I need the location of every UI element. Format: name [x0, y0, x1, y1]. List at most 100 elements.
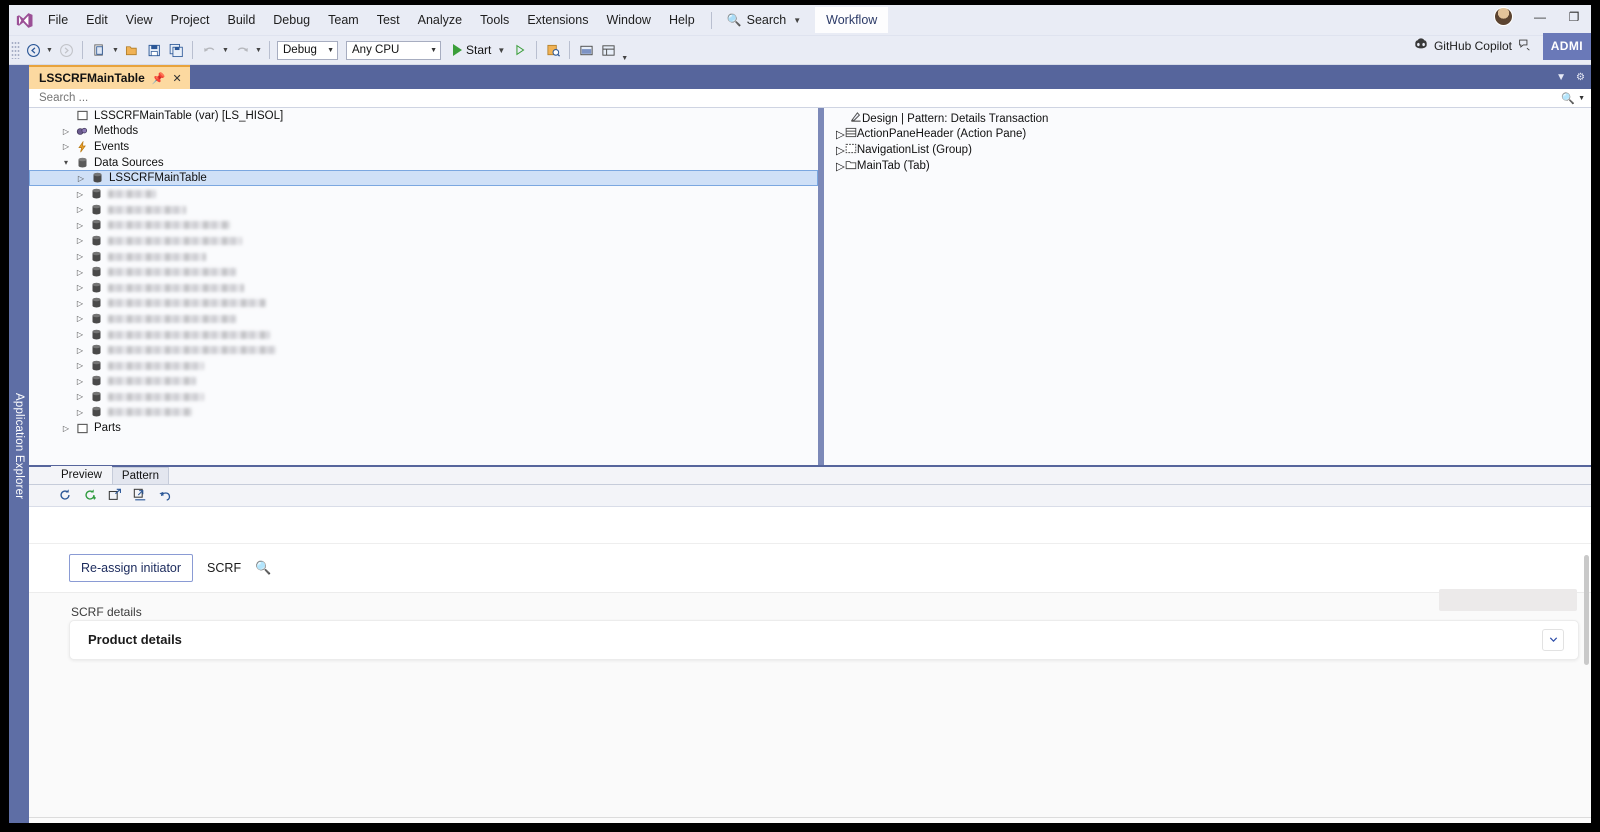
chevron-right-icon[interactable]: ▷ — [73, 408, 87, 417]
menu-edit[interactable]: Edit — [77, 8, 117, 33]
undo-icon[interactable] — [198, 39, 220, 61]
product-details-expand-button[interactable] — [1542, 628, 1564, 651]
configuration-combo[interactable]: Debug ▼ — [277, 40, 338, 60]
play-outline-icon[interactable] — [509, 39, 531, 61]
menu-view[interactable]: View — [117, 8, 162, 33]
window-layout-icon[interactable] — [575, 39, 597, 61]
tree-node-redacted[interactable]: ▷ — [29, 374, 818, 390]
chevron-down-icon[interactable]: ▼ — [1578, 95, 1589, 102]
tree-node-redacted[interactable]: ▷ — [29, 218, 818, 234]
chevron-right-icon[interactable]: ▷ — [836, 143, 845, 157]
tree-node-redacted[interactable]: ▷ — [29, 249, 818, 265]
tree-node-redacted[interactable]: ▷ — [29, 280, 818, 296]
menu-team[interactable]: Team — [319, 8, 368, 33]
chevron-right-icon[interactable]: ▷ — [59, 424, 73, 433]
save-all-icon[interactable] — [165, 39, 187, 61]
navigate-forward-icon[interactable] — [55, 39, 77, 61]
restore-button[interactable]: ❐ — [1557, 5, 1591, 29]
menu-extensions[interactable]: Extensions — [518, 8, 597, 33]
platform-combo[interactable]: Any CPU ▼ — [346, 40, 441, 60]
refresh-add-icon[interactable] — [82, 487, 98, 503]
chevron-right-icon[interactable]: ▷ — [73, 346, 87, 355]
chevron-right-icon[interactable]: ▷ — [73, 236, 87, 245]
chevron-right-icon[interactable]: ▷ — [73, 314, 87, 323]
menu-project[interactable]: Project — [162, 8, 219, 33]
tree-node-methods[interactable]: ▷ Methods — [29, 124, 818, 140]
sidebar-item-application-explorer[interactable]: Application Explorer — [9, 65, 29, 823]
tree-node-redacted[interactable]: ▷ — [29, 186, 818, 202]
global-search[interactable]: 🔍 Search ▼ — [719, 9, 809, 31]
design-node-actionpaneheader[interactable]: ▷ ActionPaneHeader (Action Pane) — [824, 127, 1591, 143]
redo-dropdown[interactable]: ▼ — [253, 47, 264, 54]
magnifier-icon[interactable]: 🔍 — [1558, 92, 1578, 105]
tree-node-redacted[interactable]: ▷ — [29, 264, 818, 280]
tree-node-redacted[interactable]: ▷ — [29, 233, 818, 249]
menu-analyze[interactable]: Analyze — [409, 8, 471, 33]
tree-node-redacted[interactable]: ▷ — [29, 342, 818, 358]
close-icon[interactable]: ✕ — [173, 72, 182, 85]
preview-scrollbar[interactable] — [1584, 554, 1589, 665]
new-project-icon[interactable] — [88, 39, 110, 61]
menu-file[interactable]: File — [39, 8, 77, 33]
chevron-right-icon[interactable]: ▷ — [836, 127, 845, 141]
menu-tools[interactable]: Tools — [471, 8, 518, 33]
navigate-back-dropdown[interactable]: ▼ — [44, 47, 55, 54]
toolbar-grip[interactable] — [11, 41, 20, 59]
tree-root[interactable]: LSSCRFMainTable (var) [LS_HISOL] — [29, 108, 818, 124]
design-node-navigationlist[interactable]: ▷ NavigationList (Group) — [824, 142, 1591, 158]
chevron-right-icon[interactable]: ▷ — [74, 174, 88, 183]
menu-debug[interactable]: Debug — [264, 8, 319, 33]
workflow-tab[interactable]: Workflow — [815, 7, 889, 33]
re-assign-initiator-button[interactable]: Re-assign initiator — [69, 553, 194, 582]
tree-node-selected-datasource[interactable]: ▷ LSSCRFMainTable — [29, 170, 818, 187]
magnifier-icon[interactable]: 🔍 — [255, 560, 271, 576]
copilot-chat-icon[interactable] — [1518, 38, 1531, 54]
tree-node-events[interactable]: ▷ Events — [29, 139, 818, 155]
toolbox-icon[interactable] — [597, 39, 619, 61]
chevron-right-icon[interactable]: ▷ — [73, 190, 87, 199]
menu-build[interactable]: Build — [218, 8, 264, 33]
chevron-down-icon[interactable]: ▾ — [59, 158, 73, 167]
menu-help[interactable]: Help — [660, 8, 704, 33]
toolbar-overflow-icon[interactable]: ▼ — [619, 55, 630, 64]
chevron-right-icon[interactable]: ▷ — [73, 299, 87, 308]
chevron-right-icon[interactable]: ▷ — [73, 268, 87, 277]
undo-dropdown[interactable]: ▼ — [220, 47, 231, 54]
redo-icon[interactable] — [231, 39, 253, 61]
open-in-new-window-icon[interactable] — [107, 487, 123, 503]
design-node-maintab[interactable]: ▷ MainTab (Tab) — [824, 158, 1591, 174]
start-button[interactable]: Start ▼ — [449, 41, 509, 59]
chevron-right-icon[interactable]: ▷ — [73, 377, 87, 386]
tree-node-redacted[interactable]: ▷ — [29, 358, 818, 374]
tab-list-dropdown-icon[interactable]: ▼ — [1556, 72, 1566, 83]
github-copilot-status[interactable]: GitHub Copilot — [1414, 37, 1531, 54]
chevron-right-icon[interactable]: ▷ — [73, 205, 87, 214]
navigate-back-icon[interactable] — [22, 39, 44, 61]
design-tree-header[interactable]: Design | Pattern: Details Transaction — [824, 111, 1591, 127]
import-icon[interactable] — [132, 487, 148, 503]
search-input[interactable] — [37, 91, 1559, 105]
find-in-files-icon[interactable] — [542, 39, 564, 61]
save-icon[interactable] — [143, 39, 165, 61]
chevron-right-icon[interactable]: ▷ — [59, 127, 73, 136]
admin-badge[interactable]: ADMI — [1542, 33, 1591, 60]
chevron-right-icon[interactable]: ▷ — [73, 221, 87, 230]
avatar[interactable] — [1494, 7, 1513, 26]
tab-pattern[interactable]: Pattern — [111, 466, 169, 484]
tree-node-redacted[interactable]: ▷ — [29, 327, 818, 343]
undo-icon[interactable] — [157, 487, 173, 503]
menu-test[interactable]: Test — [368, 8, 409, 33]
tree-node-redacted[interactable]: ▷ — [29, 389, 818, 405]
gear-icon[interactable]: ⚙ — [1576, 72, 1585, 83]
tree-node-redacted[interactable]: ▷ — [29, 296, 818, 312]
minimize-button[interactable]: — — [1523, 5, 1557, 29]
open-file-icon[interactable] — [121, 39, 143, 61]
tree-node-parts[interactable]: ▷ Parts — [29, 420, 818, 436]
chevron-right-icon[interactable]: ▷ — [73, 283, 87, 292]
new-project-dropdown[interactable]: ▼ — [110, 47, 121, 54]
chevron-right-icon[interactable]: ▷ — [59, 142, 73, 151]
tree-node-redacted[interactable]: ▷ — [29, 311, 818, 327]
tree-node-data-sources[interactable]: ▾ Data Sources — [29, 155, 818, 171]
refresh-icon[interactable] — [57, 487, 73, 503]
product-details-card[interactable]: Product details — [69, 619, 1579, 660]
